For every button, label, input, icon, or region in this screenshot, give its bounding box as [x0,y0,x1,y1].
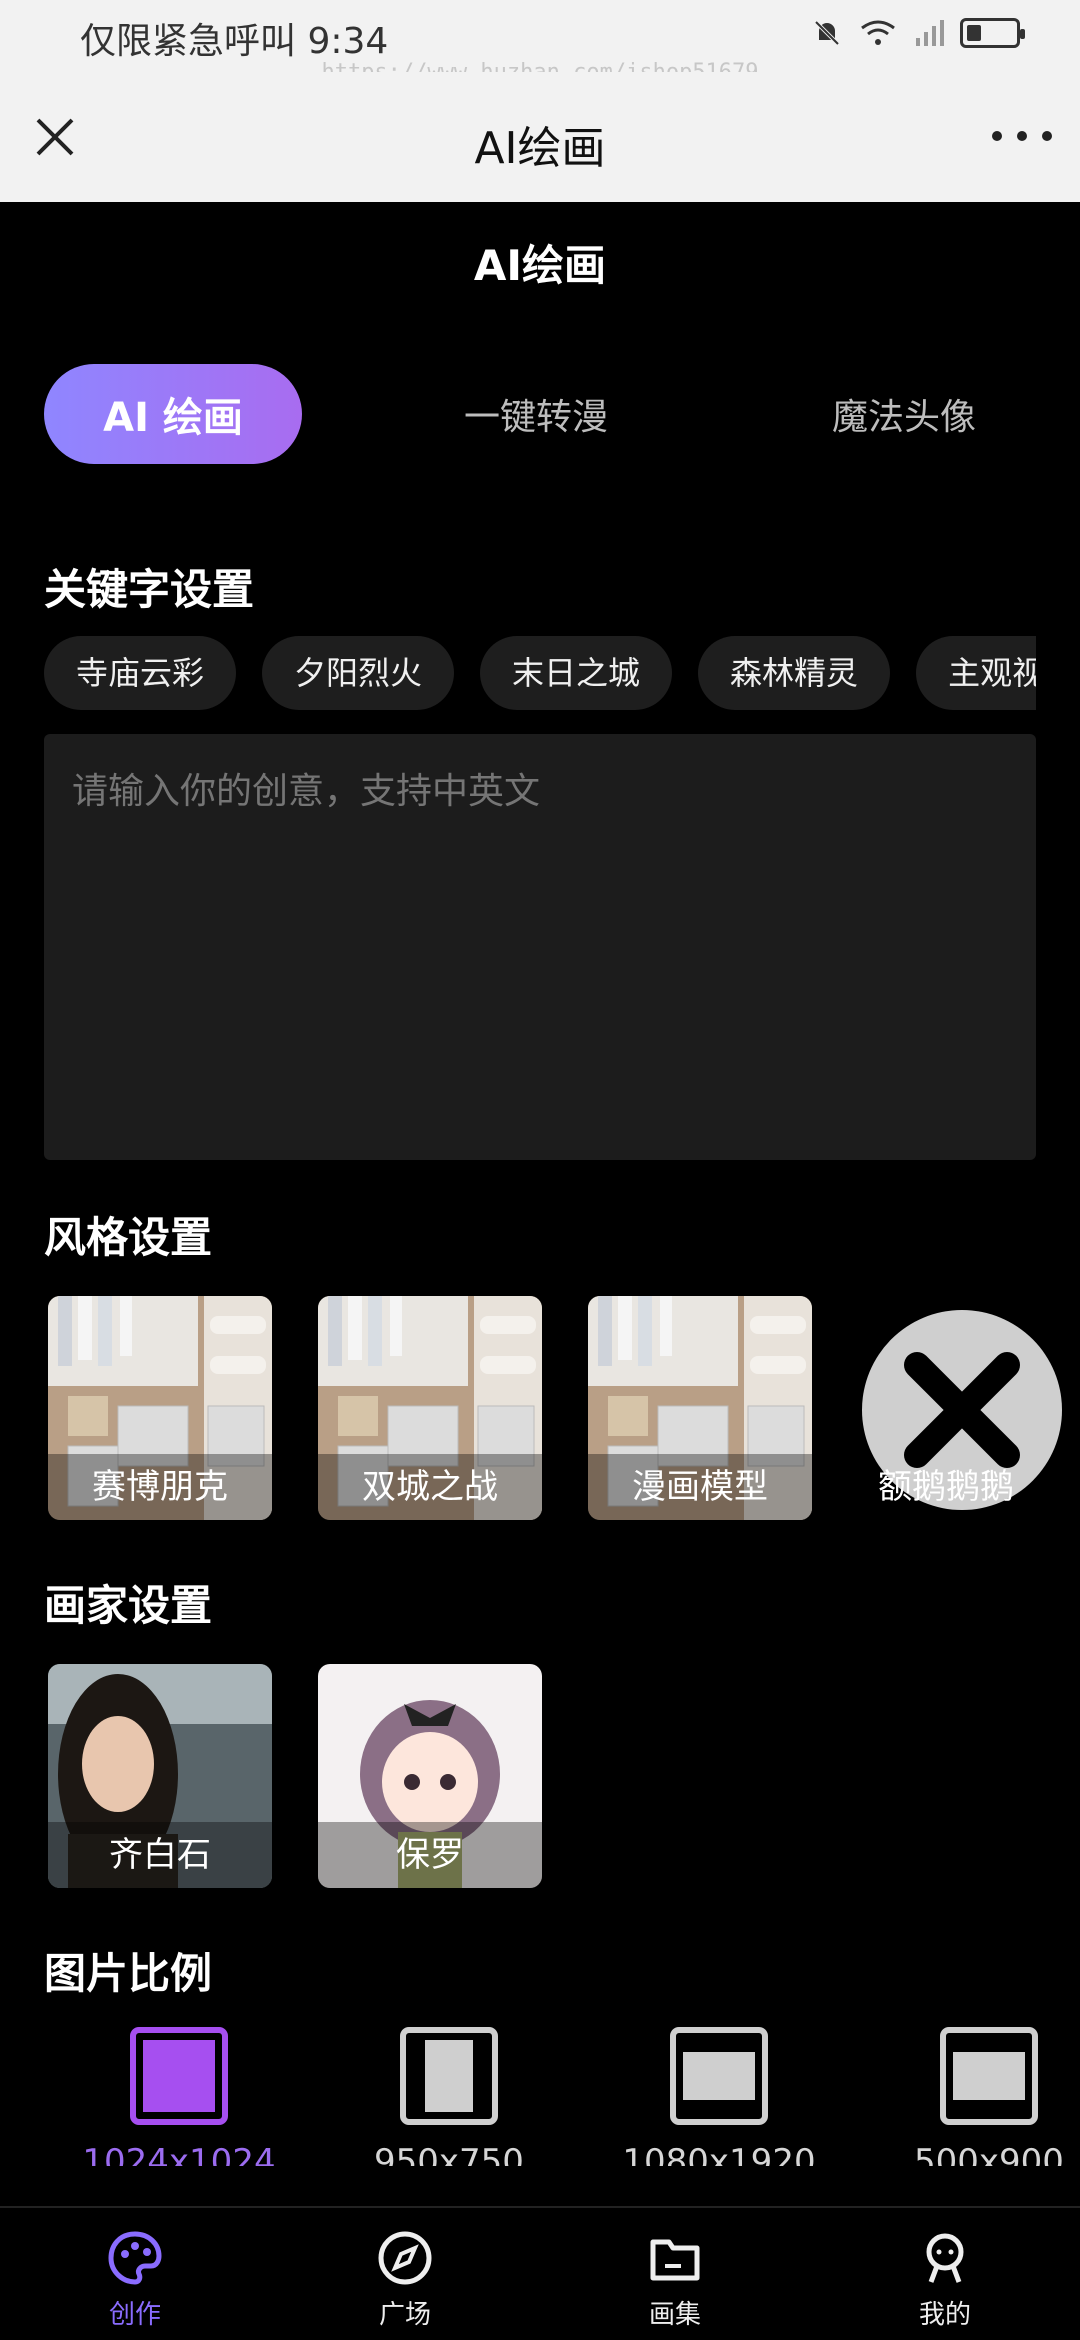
ratio-option[interactable]: 1080x1920 [584,2026,854,2166]
style-card-label: 额鹅鹅鹅 [878,1467,1014,1507]
tab-magic-avatar[interactable]: 魔法头像 [832,364,976,464]
ratio-section-title: 图片比例 [44,1949,213,1998]
artist-section-title: 画家设置 [44,1581,213,1630]
nav-square[interactable]: 广场 [270,2208,540,2340]
battery-icon [960,18,1025,48]
nav-create[interactable]: 创作 [0,2208,270,2340]
tab-ai-drawing[interactable]: AI 绘画 [44,364,302,464]
nav-label: 画集 [648,2300,701,2330]
style-card[interactable]: 额鹅鹅鹅 [858,1296,1080,1520]
window-title: AI绘画 [474,123,606,174]
signal-icon [916,20,944,46]
ratio-option[interactable]: 950x750 [314,2026,584,2166]
style-card[interactable]: 赛博朋克 [48,1296,272,1520]
wifi-icon [861,20,895,45]
style-card-label: 赛博朋克 [48,1454,272,1520]
palette-icon [108,2231,162,2285]
keyword-chip[interactable]: 森林精灵 [698,636,891,710]
ratio-label: 1024x1024 [82,2142,276,2166]
bottom-nav: 创作 广场 画集 我的 [0,2206,1080,2340]
artist-card[interactable]: 保罗 [318,1664,542,1888]
artist-card-label: 齐白石 [48,1822,272,1888]
style-card[interactable]: 漫画模型 [588,1296,812,1520]
artist-list: 齐白石 保罗 [48,1664,1080,1888]
prompt-input[interactable] [44,734,1036,1160]
more-options-icon[interactable] [992,116,1052,156]
tab-one-click-anime[interactable]: 一键转漫 [464,364,608,464]
nav-mine[interactable]: 我的 [810,2208,1080,2340]
style-card-label: 双城之战 [318,1454,542,1520]
page-title: AI绘画 [473,241,607,290]
style-card[interactable]: 双城之战 [318,1296,542,1520]
keyword-chip[interactable]: 夕阳烈火 [262,636,455,710]
nav-label: 创作 [108,2300,161,2330]
ratio-label: 1080x1920 [622,2142,816,2166]
artist-card[interactable]: 齐白石 [48,1664,272,1888]
status-icons [810,16,1025,50]
style-list: 赛博朋克 双城之战 漫画模型 额鹅鹅鹅 [48,1296,1080,1520]
keyword-chip[interactable]: 末日之城 [480,636,673,710]
ratio-label: 950x750 [374,2142,524,2166]
keyword-section-title: 关键字设置 [44,565,255,614]
landscape-ratio-icon [940,2027,1038,2125]
folder-icon [650,2239,700,2281]
keyword-chips: 寺庙云彩 夕阳烈火 末日之城 森林精灵 主观视 [44,636,1036,710]
mute-bell-icon [814,20,840,46]
status-bar: 仅限紧急呼叫 9:34 https://www.huzhan.com/ishop… [0,0,1080,85]
square-ratio-icon [130,2027,228,2125]
nav-label: 广场 [378,2300,431,2330]
portrait-ratio-icon [400,2027,498,2125]
keyword-chip[interactable]: 寺庙云彩 [44,636,237,710]
nav-gallery[interactable]: 画集 [540,2208,810,2340]
style-section-title: 风格设置 [44,1213,213,1262]
status-time: 仅限紧急呼叫 9:34 [80,21,389,62]
mode-tabs: AI 绘画 一键转漫 魔法头像 [44,364,1044,464]
ratio-options: 1024x1024 950x750 1080x1920 500x900 [44,2026,1080,2166]
title-bar: AI绘画 [0,72,1080,202]
ratio-label: 500x900 [914,2142,1064,2166]
style-card-label: 漫画模型 [588,1454,812,1520]
profile-icon [926,2233,964,2283]
ratio-option[interactable]: 500x900 [854,2026,1080,2166]
landscape-ratio-icon [670,2027,768,2125]
ratio-option[interactable]: 1024x1024 [44,2026,314,2166]
compass-icon [378,2231,432,2285]
keyword-chip[interactable]: 主观视 [916,636,1036,710]
artist-card-label: 保罗 [318,1822,542,1888]
nav-label: 我的 [918,2300,971,2330]
